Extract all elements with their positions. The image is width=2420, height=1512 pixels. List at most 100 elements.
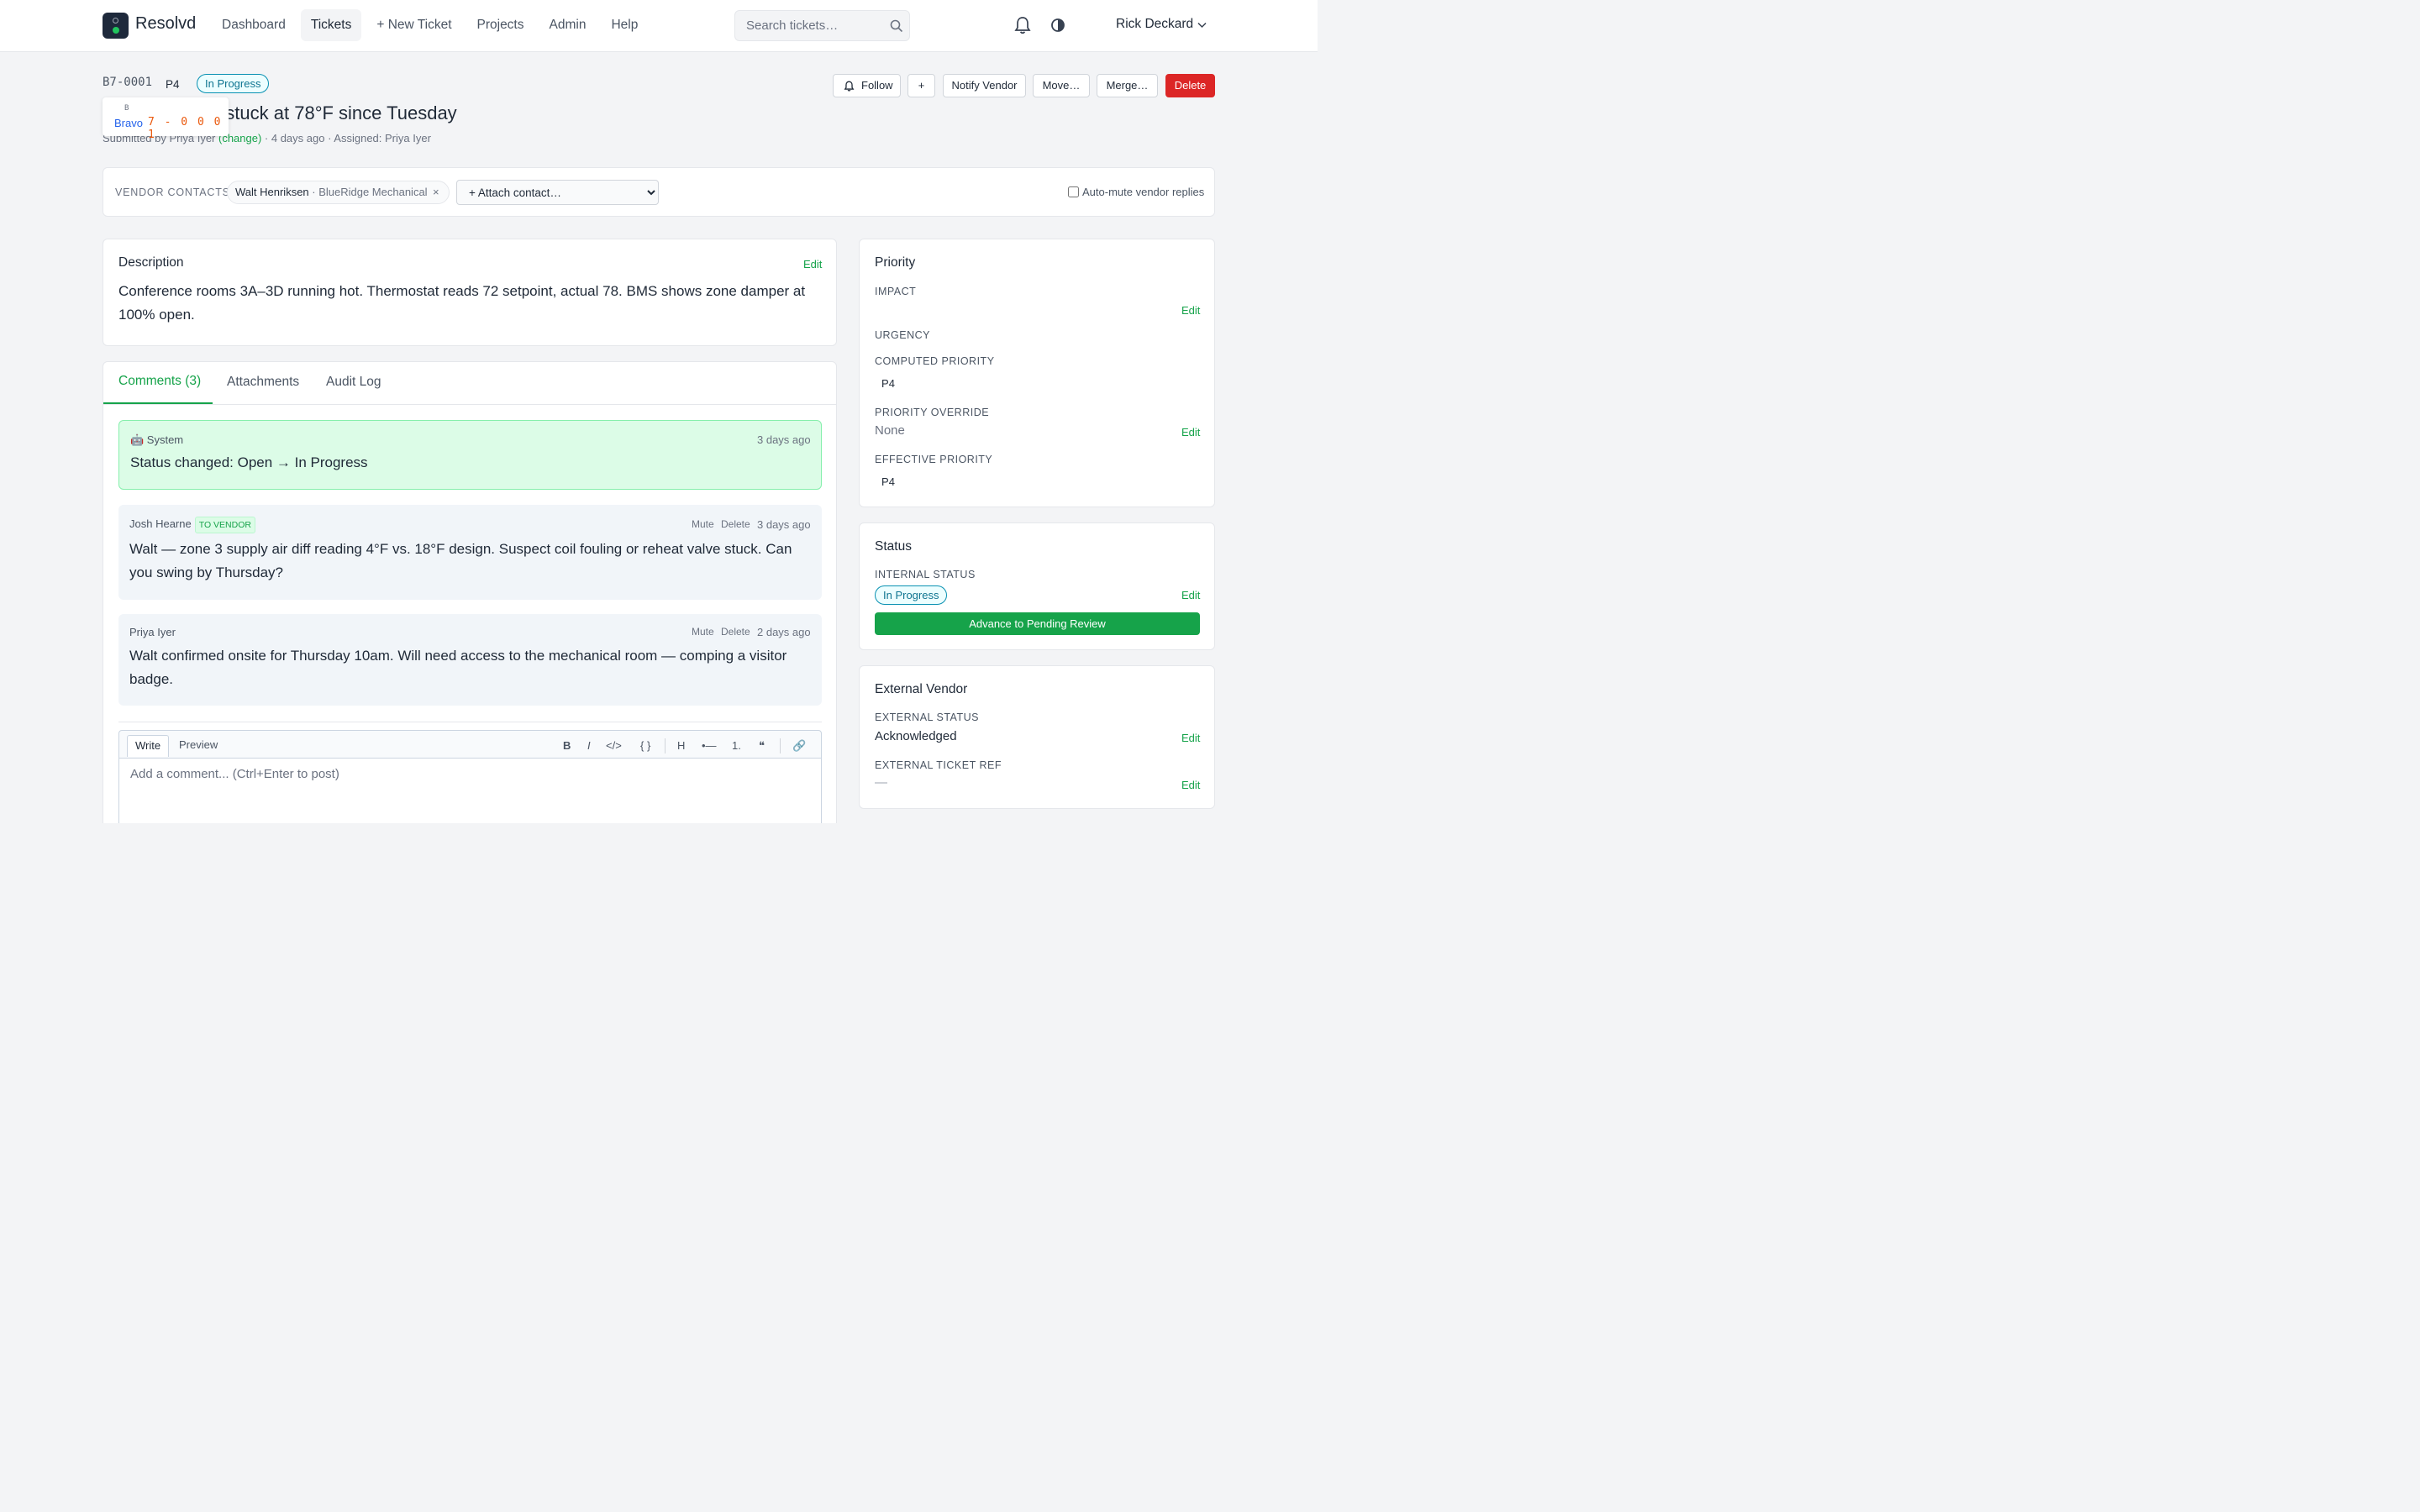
- override-label: PRIORITY OVERRIDE: [875, 407, 990, 418]
- nav-tickets[interactable]: Tickets: [300, 9, 362, 41]
- external-vendor-panel: External Vendor EXTERNAL STATUS Acknowle…: [859, 665, 1215, 809]
- quote-icon[interactable]: ❝: [759, 739, 765, 753]
- nav-projects[interactable]: Projects: [467, 9, 534, 41]
- comment-author-row: Josh Hearne TO VENDOR: [129, 517, 255, 533]
- app-logo-icon[interactable]: [103, 13, 129, 39]
- urgency-label: URGENCY: [875, 329, 931, 341]
- tooltip-word: Bravo: [114, 117, 143, 129]
- tab-comments[interactable]: Comments (3): [118, 374, 201, 389]
- tab-divider: [103, 404, 836, 405]
- search-input[interactable]: [735, 11, 886, 40]
- editor-tab-write[interactable]: Write: [127, 735, 170, 757]
- external-status-value: Acknowledged: [875, 729, 957, 743]
- status-edit-link[interactable]: Edit: [1181, 589, 1200, 601]
- remove-contact-icon[interactable]: ×: [433, 181, 439, 203]
- delete-button[interactable]: Delete: [1165, 74, 1215, 97]
- system-comment: 🤖 System 3 days ago Status changed: Open…: [118, 420, 822, 490]
- link-icon[interactable]: 🔗: [792, 739, 806, 753]
- priority-title: Priority: [875, 255, 916, 270]
- delete-comment-button[interactable]: Delete: [721, 518, 750, 530]
- description-card: Description Edit Conference rooms 3A–3D …: [103, 239, 837, 346]
- editor-tab-preview[interactable]: Preview: [171, 735, 225, 757]
- vendor-contact-chip: Walt Henriksen · BlueRidge Mechanical ×: [227, 181, 450, 204]
- activity-card: Comments (3) Attachments Audit Log 🤖 Sys…: [103, 361, 837, 823]
- bullet-list-icon[interactable]: •—: [702, 739, 717, 752]
- description-edit-link[interactable]: Edit: [803, 258, 822, 270]
- override-edit-link[interactable]: Edit: [1181, 426, 1200, 438]
- user-name: Rick Deckard: [1116, 17, 1194, 31]
- user-menu[interactable]: Rick Deckard: [1116, 17, 1193, 32]
- mute-comment-button[interactable]: Mute: [692, 626, 714, 638]
- follow-label: Follow: [861, 79, 893, 92]
- heading-icon[interactable]: H: [677, 739, 685, 752]
- toolbar-separator: [665, 738, 666, 753]
- comment-body: Walt confirmed onsite for Thursday 10am.…: [129, 648, 787, 687]
- comment-time: 3 days ago: [757, 433, 811, 446]
- italic-icon[interactable]: I: [587, 739, 591, 752]
- effective-priority-label: EFFECTIVE PRIORITY: [875, 454, 993, 465]
- chevron-down-icon[interactable]: [1197, 22, 1207, 29]
- comment-author: Priya Iyer: [129, 626, 176, 638]
- main-nav: Dashboard Tickets + New Ticket Projects …: [212, 9, 653, 41]
- priority-panel: Priority IMPACT Edit URGENCY COMPUTED PR…: [859, 239, 1215, 507]
- move-button[interactable]: Move…: [1033, 74, 1090, 97]
- attach-contact-select[interactable]: + Attach contact…: [456, 180, 659, 205]
- nav-admin[interactable]: Admin: [539, 9, 597, 41]
- computed-priority-value: P4: [881, 377, 895, 390]
- vendor-contacts-bar: VENDOR CONTACTS Walt Henriksen · BlueRid…: [103, 167, 1215, 217]
- search-icon[interactable]: [890, 19, 903, 33]
- ticket-id-tooltip: B Bravo 7 - 0 0 0 1: [103, 97, 229, 141]
- contact-org: · BlueRidge Mechanical: [308, 186, 428, 198]
- comment-author: Josh Hearne: [129, 517, 192, 530]
- numbered-list-icon[interactable]: 1.: [732, 739, 741, 752]
- ticket-status: In Progress: [197, 74, 270, 93]
- toolbar-separator: [780, 738, 781, 753]
- external-status-edit-link[interactable]: Edit: [1181, 732, 1200, 744]
- automute-toggle[interactable]: Auto-mute vendor replies: [1068, 186, 1204, 198]
- bell-icon[interactable]: [1014, 16, 1031, 34]
- tooltip-code: 7 - 0 0 0 1: [148, 116, 223, 141]
- tab-audit-log[interactable]: Audit Log: [326, 375, 381, 390]
- add-button[interactable]: +: [908, 74, 935, 97]
- comment-item: Priya Iyer Mute Delete 2 days ago Walt c…: [118, 614, 822, 706]
- app-root: Resolvd Dashboard Tickets + New Ticket P…: [0, 0, 1318, 823]
- bold-icon[interactable]: B: [563, 739, 571, 752]
- code-block-icon[interactable]: { }: [640, 739, 650, 752]
- inline-code-icon[interactable]: </>: [606, 739, 622, 752]
- ticket-id[interactable]: B7-0001: [103, 76, 152, 89]
- comment-item: Josh Hearne TO VENDOR Mute Delete 3 days …: [118, 505, 822, 600]
- internal-status-label: INTERNAL STATUS: [875, 569, 976, 580]
- vendor-contacts-label: VENDOR CONTACTS: [115, 186, 230, 198]
- status-panel: Status INTERNAL STATUS In Progress Edit …: [859, 522, 1215, 650]
- comment-body: Walt — zone 3 supply air diff reading 4°…: [129, 541, 792, 580]
- description-text: Conference rooms 3A–3D running hot. Ther…: [118, 283, 806, 323]
- description-title: Description: [118, 255, 184, 270]
- nav-help[interactable]: Help: [601, 9, 648, 41]
- comment-input[interactable]: [119, 758, 821, 823]
- external-ref-value: —: [875, 775, 887, 790]
- external-ref-label: EXTERNAL TICKET REF: [875, 759, 1002, 771]
- delete-comment-button[interactable]: Delete: [721, 626, 750, 638]
- tab-attachments[interactable]: Attachments: [227, 375, 299, 390]
- brand-name[interactable]: Resolvd: [135, 14, 196, 34]
- theme-toggle-icon[interactable]: [1050, 18, 1065, 33]
- vendor-panel-title: External Vendor: [875, 682, 968, 696]
- notify-vendor-button[interactable]: Notify Vendor: [943, 74, 1026, 97]
- mute-comment-button[interactable]: Mute: [692, 518, 714, 530]
- comment-editor: Write Preview B I </> { } H •— 1. ❝ 🔗: [118, 730, 822, 823]
- to-vendor-badge: TO VENDOR: [194, 517, 255, 533]
- external-ref-edit-link[interactable]: Edit: [1181, 779, 1200, 791]
- impact-label: IMPACT: [875, 286, 917, 297]
- nav-dashboard[interactable]: Dashboard: [212, 9, 296, 41]
- merge-button[interactable]: Merge…: [1097, 74, 1158, 97]
- top-navbar: Resolvd Dashboard Tickets + New Ticket P…: [0, 0, 1318, 52]
- automute-label: Auto-mute vendor replies: [1082, 186, 1205, 198]
- follow-button[interactable]: Follow: [833, 74, 901, 97]
- bell-icon: [844, 81, 855, 92]
- nav-new-ticket[interactable]: + New Ticket: [366, 9, 461, 41]
- impact-edit-link[interactable]: Edit: [1181, 304, 1200, 317]
- search-box: [734, 10, 910, 41]
- external-status-label: EXTERNAL STATUS: [875, 711, 979, 723]
- automute-checkbox[interactable]: [1068, 186, 1079, 197]
- advance-status-button[interactable]: Advance to Pending Review: [875, 612, 1200, 635]
